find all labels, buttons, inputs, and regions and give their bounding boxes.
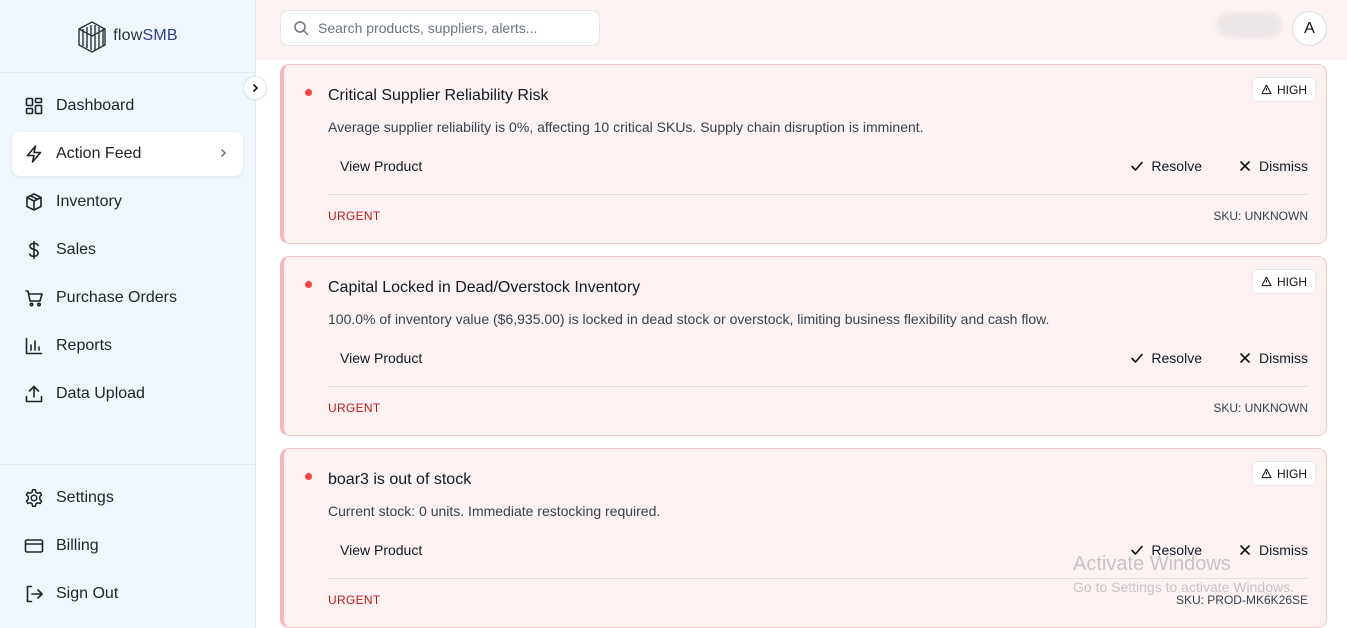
severity-badge: HIGH: [1252, 461, 1316, 486]
warning-icon: [1261, 468, 1272, 479]
brand-name-suffix: SMB: [142, 27, 178, 44]
topbar: A: [256, 0, 1347, 60]
sidebar-item-label: Action Feed: [56, 145, 142, 162]
brand-name: flowSMB: [113, 27, 178, 45]
card-divider: [328, 386, 1308, 387]
alert-title: Capital Locked in Dead/Overstock Invento…: [328, 279, 641, 296]
chevron-right-icon: [252, 83, 259, 93]
sku-label: SKU: UNKNOWN: [1213, 209, 1308, 223]
brand[interactable]: flowSMB: [0, 0, 255, 73]
box-icon: [24, 192, 44, 212]
sidebar-item-dashboard[interactable]: Dashboard: [12, 84, 243, 128]
resolve-label: Resolve: [1151, 350, 1202, 366]
alert-card: boar3 is out of stock Current stock: 0 u…: [280, 448, 1327, 628]
dismiss-label: Dismiss: [1259, 350, 1308, 366]
sidebar: flowSMB Dashboard Action Feed Inventory: [0, 0, 256, 628]
sku-label: SKU: UNKNOWN: [1213, 401, 1308, 415]
close-icon: [1240, 161, 1250, 171]
bar-chart-icon: [24, 336, 44, 356]
action-feed: Critical Supplier Reliability Risk Avera…: [280, 64, 1327, 628]
status-dot: [305, 89, 312, 96]
sidebar-item-label: Inventory: [56, 193, 122, 210]
severity-label: HIGH: [1277, 274, 1307, 289]
warning-icon: [1261, 276, 1272, 287]
sidebar-item-label: Reports: [56, 337, 113, 354]
dashboard-icon: [24, 96, 44, 116]
check-icon: [1131, 161, 1144, 171]
close-icon: [1240, 353, 1250, 363]
search-box[interactable]: [280, 10, 600, 46]
alert-description: Current stock: 0 units. Immediate restoc…: [328, 503, 661, 519]
severity-badge: HIGH: [1252, 77, 1316, 102]
sidebar-item-label: Purchase Orders: [56, 289, 177, 306]
close-icon: [1240, 545, 1250, 555]
view-product-button[interactable]: View Product: [340, 350, 422, 366]
status-dot: [305, 281, 312, 288]
alert-card: Critical Supplier Reliability Risk Avera…: [280, 64, 1327, 244]
sidebar-bottom-nav: Settings Billing Sign Out: [0, 464, 256, 620]
resolve-button[interactable]: Resolve: [1130, 542, 1202, 558]
check-icon: [1131, 545, 1144, 555]
dismiss-label: Dismiss: [1259, 542, 1308, 558]
card-divider: [328, 578, 1308, 579]
alert-title: boar3 is out of stock: [328, 471, 472, 488]
sidebar-item-label: Settings: [56, 489, 114, 506]
severity-badge: HIGH: [1252, 269, 1316, 294]
urgency-label: URGENT: [328, 401, 381, 415]
sidebar-item-data-upload[interactable]: Data Upload: [12, 372, 243, 416]
main-nav: Dashboard Action Feed Inventory Sales Pu…: [12, 84, 243, 420]
sidebar-item-label: Sign Out: [56, 585, 119, 602]
warning-icon: [1261, 84, 1272, 95]
bolt-icon: [24, 144, 44, 164]
severity-label: HIGH: [1277, 466, 1307, 481]
sidebar-item-reports[interactable]: Reports: [12, 324, 243, 368]
check-icon: [1131, 353, 1144, 363]
upload-icon: [24, 384, 44, 404]
sidebar-item-label: Data Upload: [56, 385, 145, 402]
avatar[interactable]: A: [1292, 11, 1327, 46]
dismiss-button[interactable]: Dismiss: [1238, 158, 1308, 174]
alert-card: Capital Locked in Dead/Overstock Invento…: [280, 256, 1327, 436]
sidebar-item-action-feed[interactable]: Action Feed: [12, 132, 243, 176]
dismiss-button[interactable]: Dismiss: [1238, 542, 1308, 558]
dismiss-button[interactable]: Dismiss: [1238, 350, 1308, 366]
search-input[interactable]: [318, 20, 578, 36]
sidebar-item-label: Dashboard: [56, 97, 135, 114]
alert-title: Critical Supplier Reliability Risk: [328, 87, 549, 104]
chevron-right-icon: [220, 148, 227, 158]
sidebar-item-sales[interactable]: Sales: [12, 228, 243, 272]
severity-label: HIGH: [1277, 82, 1307, 97]
sidebar-item-label: Billing: [56, 537, 99, 554]
sidebar-item-settings[interactable]: Settings: [12, 476, 243, 520]
view-product-button[interactable]: View Product: [340, 542, 422, 558]
sidebar-item-purchase-orders[interactable]: Purchase Orders: [12, 276, 243, 320]
card-divider: [328, 194, 1308, 195]
sidebar-item-sign-out[interactable]: Sign Out: [12, 572, 243, 616]
urgency-label: URGENT: [328, 593, 381, 607]
sidebar-item-inventory[interactable]: Inventory: [12, 180, 243, 224]
credit-card-icon: [24, 536, 44, 556]
sidebar-item-billing[interactable]: Billing: [12, 524, 243, 568]
resolve-label: Resolve: [1151, 542, 1202, 558]
urgency-label: URGENT: [328, 209, 381, 223]
cart-icon: [24, 288, 44, 308]
resolve-button[interactable]: Resolve: [1130, 350, 1202, 366]
resolve-label: Resolve: [1151, 158, 1202, 174]
brand-name-prefix: flow: [113, 27, 143, 44]
blurred-header-element: [1216, 12, 1282, 38]
status-dot: [305, 473, 312, 480]
sku-label: SKU: PROD-MK6K26SE: [1175, 593, 1308, 607]
alert-description: 100.0% of inventory value ($6,935.00) is…: [328, 311, 1050, 327]
gear-icon: [24, 488, 44, 508]
dismiss-label: Dismiss: [1259, 158, 1308, 174]
logo-icon: [78, 21, 106, 53]
sign-out-icon: [24, 584, 44, 604]
resolve-button[interactable]: Resolve: [1130, 158, 1202, 174]
view-product-button[interactable]: View Product: [340, 158, 422, 174]
dollar-icon: [24, 240, 44, 260]
sidebar-toggle-button[interactable]: [243, 76, 267, 100]
sidebar-item-label: Sales: [56, 241, 97, 258]
alert-description: Average supplier reliability is 0%, affe…: [328, 119, 924, 135]
search-icon: [294, 21, 309, 36]
